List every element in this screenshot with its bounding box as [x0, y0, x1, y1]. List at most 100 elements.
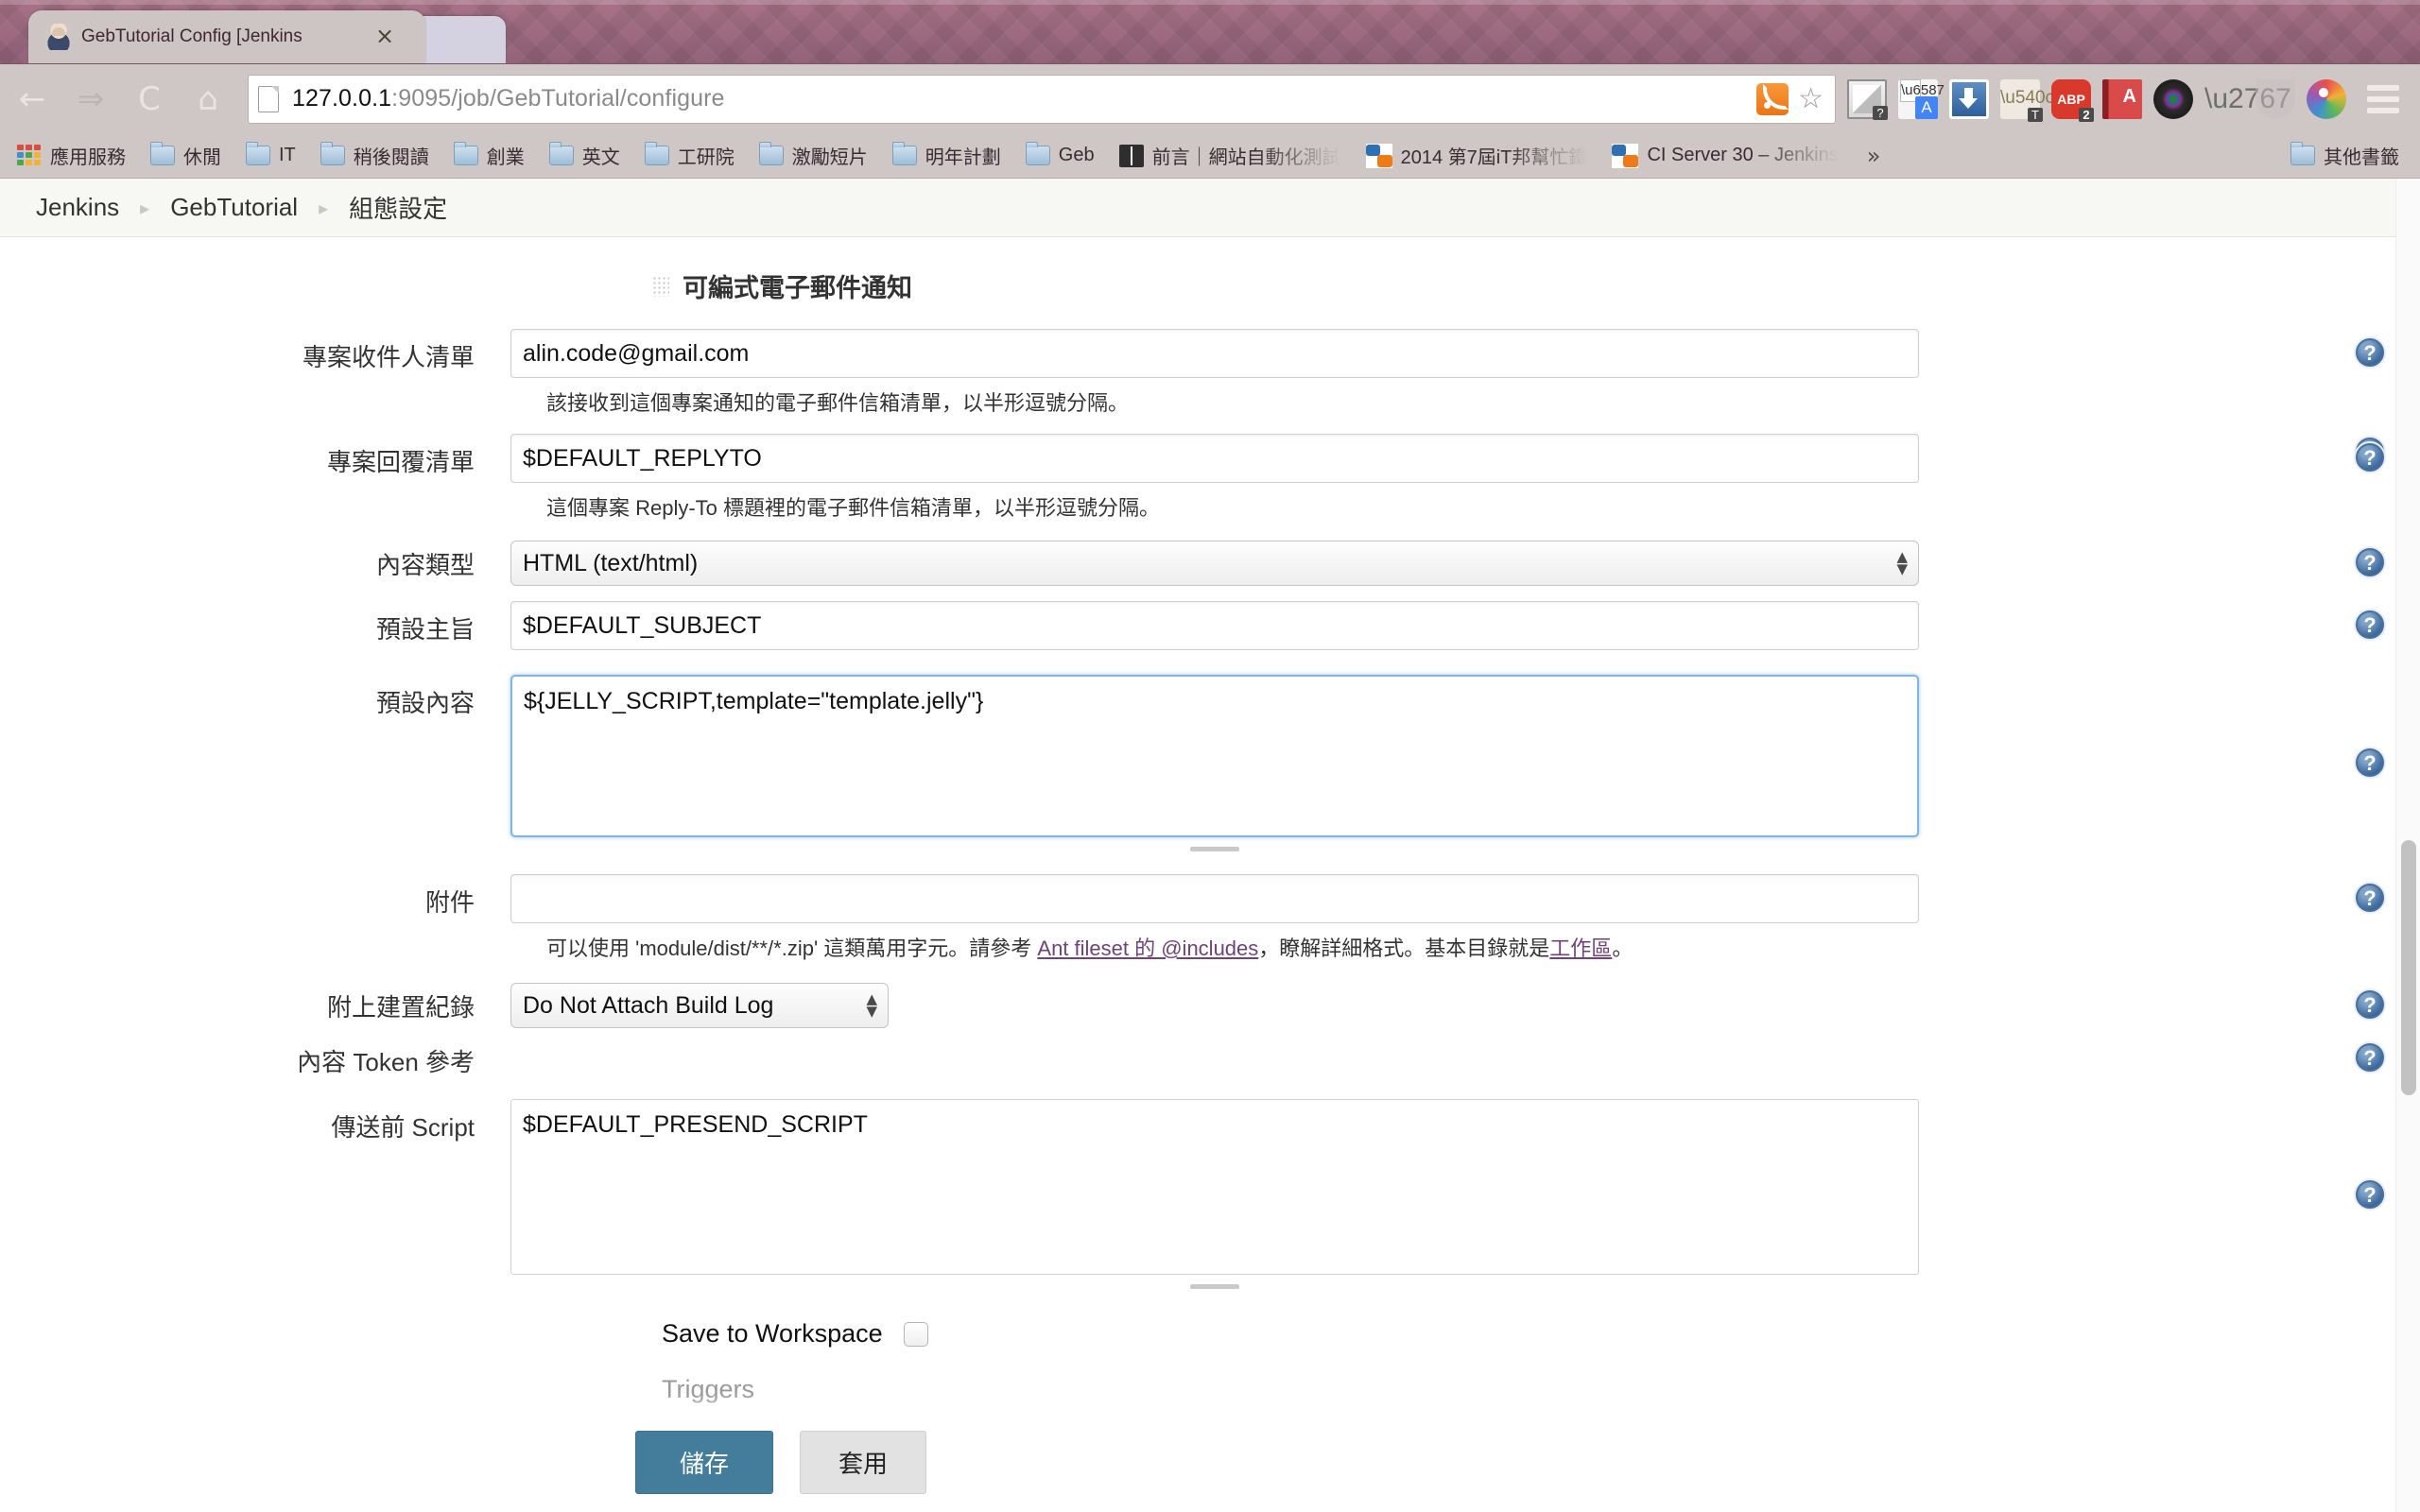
omnibox-actions: ☆ — [1756, 82, 1825, 115]
folder-icon — [320, 142, 345, 165]
apply-button[interactable]: 套用 — [800, 1430, 927, 1494]
breadcrumb-item-configure[interactable]: 組態設定 — [349, 190, 447, 225]
drag-handle-icon[interactable] — [652, 275, 669, 297]
section-header-editable-email: 可編式電子郵件通知 — [652, 267, 2420, 304]
field-label-content-type: 內容類型 — [375, 550, 475, 579]
save-button[interactable]: 儲存 — [635, 1430, 774, 1494]
folder-icon — [246, 142, 270, 165]
help-icon[interactable]: ? — [2354, 609, 2386, 641]
field-row-default-content: 預設內容 ${JELLY_SCRIPT,template="template.j… — [0, 675, 2420, 853]
field-help-attachments: 可以使用 'module/dist/**/*.zip' 這類萬用字元。請參考 A… — [546, 933, 2420, 964]
bookmark-motivation-videos[interactable]: 激勵短片 — [758, 142, 868, 169]
bookmarks-overflow-button[interactable]: » — [1867, 143, 1881, 169]
help-icon[interactable]: ? — [2354, 1041, 2386, 1074]
reload-button[interactable]: C — [123, 73, 176, 126]
workspace-link[interactable]: 工作區 — [1549, 936, 1612, 960]
bookmark-preface[interactable]: 前言｜網站自動化測試 — [1118, 142, 1341, 169]
dictionary-icon[interactable]: A — [2102, 78, 2142, 119]
save-to-workspace-checkbox[interactable] — [903, 1321, 928, 1347]
bookmark-startup[interactable]: 創業 — [453, 142, 525, 169]
jenkins-butler-icon — [45, 24, 72, 50]
bookmark-ci-server-30[interactable]: CI Server 30 – Jenkins — [1612, 143, 1839, 168]
bookmark-label: 稍後閱讀 — [353, 147, 429, 168]
badge: ? — [1873, 105, 1888, 120]
hamburger-menu-icon[interactable] — [2358, 84, 2409, 113]
home-button[interactable]: ⌂ — [182, 73, 234, 126]
url-host: 127.0.0.1 — [292, 85, 392, 112]
textarea-resize-handle[interactable] — [510, 844, 1919, 853]
section-title: 可編式電子郵件通知 — [683, 274, 912, 302]
page-content: Jenkins ▸ GebTutorial ▸ 組態設定 可編式電子郵件通知 ?… — [0, 179, 2420, 1512]
adblock-plus-icon[interactable]: ABP 2 — [2051, 78, 2094, 122]
vertical-scrollbar[interactable] — [2395, 179, 2420, 1512]
other-bookmarks-folder[interactable]: 其他書籤 — [2290, 142, 2399, 169]
bookmark-leisure[interactable]: 休閒 — [150, 142, 221, 169]
help-text-suffix: 。 — [1612, 936, 1634, 960]
ithome-icon — [1365, 143, 1392, 168]
folder-icon — [150, 142, 175, 165]
tab-strip: GebTutorial Config [Jenkins × — [0, 0, 2420, 64]
help-icon[interactable]: ? — [2354, 546, 2386, 578]
help-icon[interactable]: ? — [2354, 336, 2386, 369]
bookmark-label: IT — [279, 145, 296, 165]
breadcrumb-item-gebtutorial[interactable]: GebTutorial — [170, 193, 298, 222]
presend-script-textarea[interactable]: $DEFAULT_PRESEND_SCRIPT — [510, 1099, 1919, 1275]
paint-palette-icon[interactable] — [2307, 78, 2346, 119]
help-icon[interactable]: ? — [2354, 747, 2386, 779]
rss-icon[interactable] — [1756, 82, 1789, 115]
help-icon[interactable]: ? — [2354, 988, 2386, 1021]
attach-build-log-select[interactable]: Do Not Attach Build Log — [510, 983, 889, 1028]
textarea-resize-handle[interactable] — [510, 1281, 1919, 1291]
replyto-input[interactable] — [510, 434, 1919, 483]
bookmark-read-later[interactable]: 稍後閱讀 — [320, 142, 429, 169]
address-bar[interactable]: 127.0.0.1:9095/job/GebTutorial/configure… — [248, 74, 1836, 124]
folder-icon — [644, 142, 669, 165]
default-content-textarea[interactable]: ${JELLY_SCRIPT,template="template.jelly"… — [510, 675, 1919, 837]
attachments-input[interactable] — [510, 874, 1919, 923]
help-icon[interactable]: ? — [2354, 441, 2386, 473]
breadcrumb-item-jenkins[interactable]: Jenkins — [36, 193, 119, 222]
bookmark-it[interactable]: IT — [246, 142, 296, 166]
bookmark-label: Geb — [1058, 145, 1095, 165]
bookmark-label: 明年計劃 — [925, 147, 1001, 168]
help-icon[interactable]: ? — [2354, 1178, 2386, 1211]
google-translate-icon[interactable]: \u6587 A — [1898, 78, 1945, 119]
back-button[interactable]: ← — [6, 73, 59, 126]
recipients-input[interactable] — [510, 329, 1919, 378]
bookmark-label: 創業 — [486, 147, 525, 168]
chinese-converter-icon[interactable]: \u540c T — [2000, 78, 2054, 122]
folder-icon — [1025, 142, 1050, 165]
bookmark-itri[interactable]: 工研院 — [644, 142, 735, 169]
bookmark-star-icon[interactable]: ☆ — [1798, 84, 1824, 113]
field-help-recipients: 該接收到這個專案通知的電子郵件信箱清單，以半形逗號分隔。 — [546, 391, 1130, 415]
folder-icon — [758, 142, 784, 165]
scrollbar-thumb[interactable] — [2401, 840, 2416, 1095]
field-label-content-token: 內容 Token 參考 — [297, 1048, 475, 1076]
page-info-icon[interactable] — [258, 85, 279, 112]
bookmark-geb[interactable]: Geb — [1025, 142, 1095, 166]
field-row-recipients: 專案收件人清單 ? — [0, 329, 2420, 378]
default-subject-input[interactable] — [510, 601, 1919, 650]
breadcrumb: Jenkins ▸ GebTutorial ▸ 組態設定 — [0, 179, 2420, 237]
forward-button[interactable]: ⇒ — [64, 73, 117, 126]
field-row-content-type: 內容類型 HTML (text/html) ▲ ▼ ? — [0, 541, 2420, 586]
gmail-checker-icon[interactable]: ? — [1847, 78, 1888, 120]
bookmark-next-year-plan[interactable]: 明年計劃 — [891, 142, 1001, 169]
browser-tab-active[interactable]: GebTutorial Config [Jenkins × — [28, 10, 425, 63]
bookmark-english[interactable]: 英文 — [548, 142, 620, 169]
content-type-select[interactable]: HTML (text/html) — [510, 541, 1919, 586]
evernote-icon[interactable]: \u2767 — [2204, 78, 2291, 119]
shield-icon[interactable] — [2256, 78, 2295, 119]
help-text-middle: ，瞭解詳細格式。基本目錄就是 — [1258, 936, 1550, 960]
bookmark-apps[interactable]: 應用服務 — [17, 142, 126, 169]
help-text-prefix: 可以使用 'module/dist/**/*.zip' 這類萬用字元。請參考 — [546, 936, 1038, 960]
bookmark-ithome-2014[interactable]: 2014 第7屆iT邦幫忙鐵 — [1365, 142, 1587, 169]
field-label-attachments: 附件 — [424, 888, 475, 917]
camera-icon[interactable] — [2153, 78, 2193, 119]
browser-toolbar: ← ⇒ C ⌂ 127.0.0.1:9095/job/GebTutorial/c… — [0, 64, 2420, 133]
field-label-default-content: 預設內容 — [375, 689, 475, 717]
ant-fileset-includes-link[interactable]: Ant fileset 的 @includes — [1037, 936, 1258, 960]
help-icon[interactable]: ? — [2354, 882, 2386, 914]
download-manager-icon[interactable] — [1949, 78, 1989, 119]
close-icon[interactable]: × — [372, 25, 397, 49]
